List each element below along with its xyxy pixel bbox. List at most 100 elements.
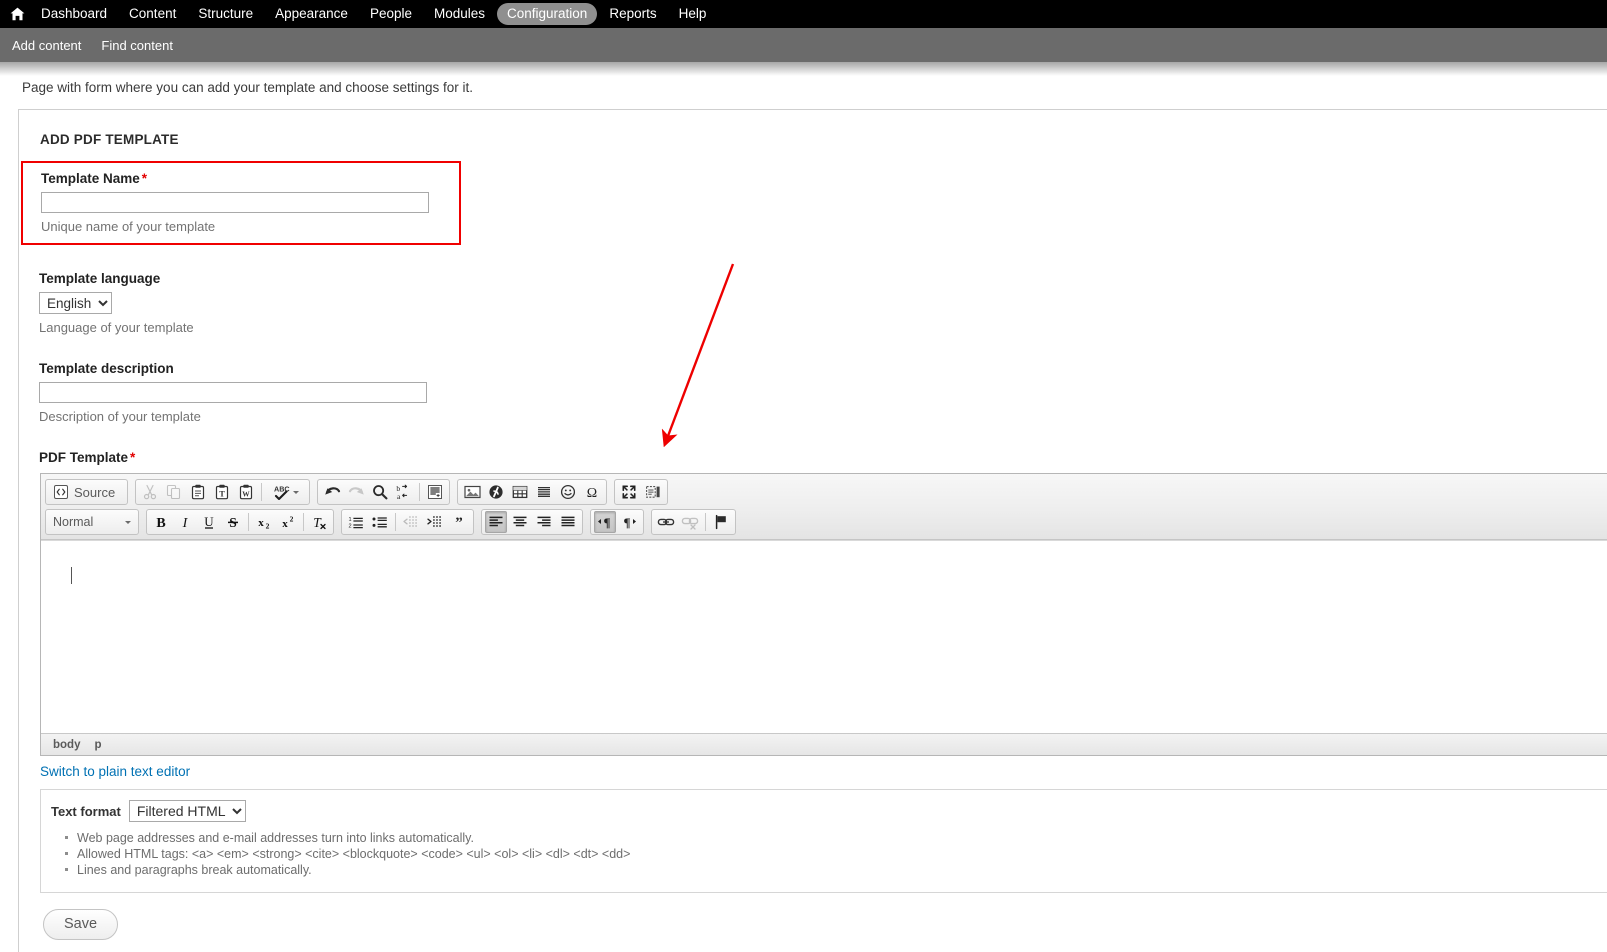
required-marker: * <box>130 450 136 465</box>
subbar-item-add-content[interactable]: Add content <box>2 35 91 56</box>
home-icon[interactable] <box>4 1 30 27</box>
bulleted-list-icon[interactable] <box>369 511 391 533</box>
switch-to-plain-text-editor-link[interactable]: Switch to plain text editor <box>40 764 190 779</box>
svg-text:2: 2 <box>349 524 352 530</box>
svg-text:2: 2 <box>266 521 270 530</box>
svg-text:ABC: ABC <box>274 485 290 494</box>
svg-text:1: 1 <box>349 517 352 523</box>
flash-icon[interactable] <box>485 481 507 503</box>
text-caret <box>71 567 72 584</box>
admin-toolbar: Dashboard Content Structure Appearance Peopl… <box>0 0 1607 28</box>
toolbar-item-appearance[interactable]: Appearance <box>265 3 358 25</box>
text-format-tip: Allowed HTML tags: <a> <em> <strong> <ci… <box>65 846 1607 862</box>
italic-icon[interactable]: I <box>174 511 196 533</box>
editor-toolbar-row-1: Source T W ABC b a Ω <box>45 477 1607 507</box>
svg-text:I: I <box>182 516 189 530</box>
editor-group-tools <box>614 479 669 505</box>
find-button[interactable] <box>369 481 391 503</box>
paste-word-button[interactable]: W <box>235 481 257 503</box>
text-format-fieldset: Text format Filtered HTML Web page addre… <box>40 789 1607 893</box>
toolbar-separator <box>261 483 263 501</box>
cut-button[interactable] <box>139 481 161 503</box>
copy-button[interactable] <box>163 481 185 503</box>
underline-icon[interactable]: U <box>198 511 220 533</box>
toolbar-item-dashboard[interactable]: Dashboard <box>31 3 117 25</box>
editor-group-align <box>481 509 583 535</box>
subscript-icon[interactable]: x2 <box>253 511 275 533</box>
image-icon[interactable] <box>461 481 483 503</box>
paste-text-button[interactable]: T <box>211 481 233 503</box>
redo-button[interactable] <box>345 481 367 503</box>
text-direction-rtl-icon[interactable]: ¶ <box>618 511 640 533</box>
pdf-template-label-text: PDF Template <box>39 450 129 465</box>
save-button[interactable]: Save <box>43 909 119 940</box>
svg-text:x: x <box>258 517 264 529</box>
replace-button[interactable]: ba <box>393 481 415 503</box>
toolbar-shadow <box>0 62 1607 76</box>
text-direction-ltr-icon[interactable]: ¶ <box>594 511 616 533</box>
align-right-icon[interactable] <box>533 511 555 533</box>
toolbar-item-structure[interactable]: Structure <box>188 3 263 25</box>
toolbar-item-help[interactable]: Help <box>669 3 717 25</box>
toolbar-item-modules[interactable]: Modules <box>424 3 495 25</box>
omega-icon[interactable]: Ω <box>581 481 603 503</box>
template-description-description: Description of your template <box>39 409 201 424</box>
paste-button[interactable] <box>187 481 209 503</box>
editor-toolbar-row-2: Normal B I U S x2 x2 T 1 2 ” ¶ ¶ <box>45 507 1607 537</box>
unlink-icon[interactable] <box>679 511 701 533</box>
indent-icon[interactable] <box>424 511 446 533</box>
outdent-icon[interactable] <box>400 511 422 533</box>
maximize-icon[interactable] <box>618 481 640 503</box>
undo-button[interactable] <box>321 481 343 503</box>
toolbar-item-reports[interactable]: Reports <box>599 3 666 25</box>
svg-text:U: U <box>204 514 214 529</box>
remove-format-icon[interactable]: T <box>308 511 330 533</box>
select-all-button[interactable] <box>424 481 446 503</box>
editor-group-editing: ba <box>317 479 451 505</box>
spellcheck-button[interactable]: ABC <box>266 481 306 503</box>
align-left-icon[interactable] <box>485 511 507 533</box>
table-icon[interactable] <box>509 481 531 503</box>
element-path-body[interactable]: body <box>53 739 80 751</box>
template-description-label: Template description <box>39 361 174 376</box>
svg-text:T: T <box>219 490 225 499</box>
template-language-select[interactable]: English <box>39 292 112 314</box>
strikethrough-icon[interactable]: S <box>222 511 244 533</box>
svg-text:Ω: Ω <box>587 486 597 500</box>
numbered-list-icon[interactable]: 12 <box>345 511 367 533</box>
smiley-icon[interactable] <box>557 481 579 503</box>
source-button[interactable]: Source <box>48 483 125 502</box>
align-justify-icon[interactable] <box>557 511 579 533</box>
paragraph-format-combo[interactable]: Normal <box>48 511 136 533</box>
text-format-select[interactable]: Filtered HTML <box>128 800 246 822</box>
show-blocks-icon[interactable] <box>642 481 664 503</box>
template-language-form-item: Template language English Language of yo… <box>39 271 1607 335</box>
template-description-input[interactable] <box>39 382 427 403</box>
align-center-icon[interactable] <box>509 511 531 533</box>
text-format-row: Text format Filtered HTML <box>51 800 1607 822</box>
add-pdf-template-form: ADD PDF TEMPLATE Template Name * Unique n… <box>18 109 1607 952</box>
admin-toolbar-items: Dashboard Content Structure Appearance Peopl… <box>30 3 717 25</box>
template-description-form-item: Template description Description of your… <box>39 361 1607 424</box>
editor-element-path: body p <box>41 733 1607 755</box>
anchor-flag-icon[interactable] <box>710 511 732 533</box>
element-path-p[interactable]: p <box>94 739 101 751</box>
template-name-input[interactable] <box>41 192 429 213</box>
editor-group-document: Source <box>45 479 129 505</box>
toolbar-item-content[interactable]: Content <box>119 3 186 25</box>
editor-body[interactable] <box>41 540 1607 733</box>
subbar-item-find-content[interactable]: Find content <box>91 35 183 56</box>
superscript-icon[interactable]: x2 <box>277 511 299 533</box>
text-format-label: Text format <box>51 803 121 819</box>
bold-icon[interactable]: B <box>150 511 172 533</box>
template-language-description: Language of your template <box>39 320 194 335</box>
blockquote-icon[interactable]: ” <box>448 511 470 533</box>
toolbar-item-configuration[interactable]: Configuration <box>497 3 598 25</box>
toolbar-item-people[interactable]: People <box>360 3 422 25</box>
editor-group-insert: Ω <box>457 479 608 505</box>
svg-text:a: a <box>397 492 401 500</box>
link-icon[interactable] <box>655 511 677 533</box>
page-intro-text: Page with form where you can add your te… <box>22 80 473 95</box>
horizontal-rule-icon[interactable] <box>533 481 555 503</box>
editor-group-basicstyles: B I U S x2 x2 T <box>146 509 334 535</box>
